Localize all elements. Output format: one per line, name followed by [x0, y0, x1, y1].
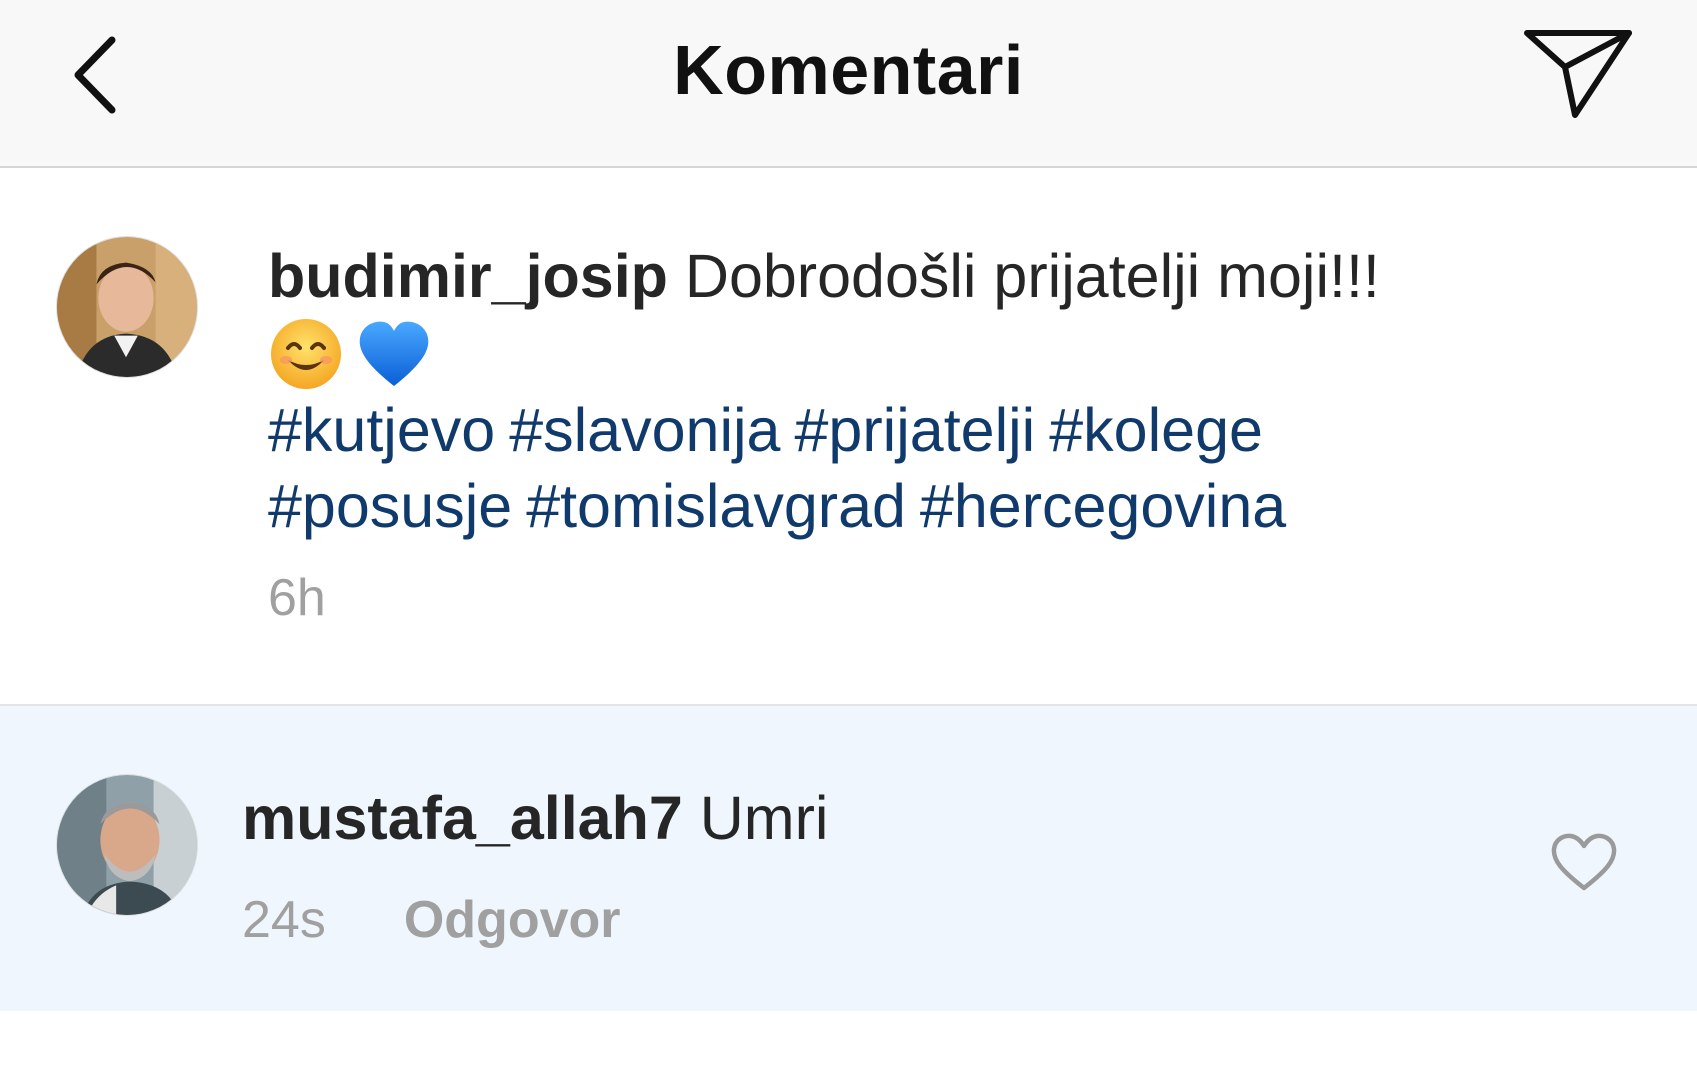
emoji-row — [268, 316, 1598, 392]
paper-plane-icon — [1524, 30, 1632, 118]
caption-text: budimir_josip Dobrodošli prijatelji moji… — [268, 238, 1598, 544]
comment-meta: 24s Odgovor — [242, 888, 621, 952]
caption-message: Dobrodošli prijatelji moji!!! — [684, 242, 1380, 310]
reply-button[interactable]: Odgovor — [404, 888, 621, 952]
comment-message: Umri — [699, 784, 829, 852]
hashtag-link[interactable]: #prijatelji — [795, 396, 1036, 464]
hashtag-link[interactable]: #slavonija — [509, 396, 780, 464]
post-caption: budimir_josip Dobrodošli prijatelji moji… — [0, 168, 1697, 706]
heart-outline-icon — [1551, 833, 1617, 891]
caption-timestamp: 6h — [268, 569, 326, 627]
hashtag-link[interactable]: #posusje — [268, 472, 512, 540]
smiling-face-icon — [268, 316, 344, 392]
hashtag-list: #kutjevo #slavonija #prijatelji #kolege #po… — [268, 392, 1598, 544]
comment-text: mustafa_allah7 Umri — [242, 780, 828, 856]
comment-timestamp: 24s — [242, 891, 326, 949]
comment-row: mustafa_allah7 Umri 24s Odgovor — [0, 706, 1697, 1011]
comments-screen: Komentari budimir_josip Dobrodošli prija… — [0, 0, 1697, 1080]
hashtag-link[interactable]: #hercegovina — [920, 472, 1286, 540]
avatar[interactable] — [56, 236, 198, 378]
profile-photo-icon — [57, 775, 197, 915]
profile-photo-icon — [57, 237, 197, 377]
avatar[interactable] — [56, 774, 198, 916]
like-button[interactable] — [1549, 830, 1619, 894]
comment-username[interactable]: mustafa_allah7 — [242, 784, 683, 852]
hashtag-link[interactable]: #kolege — [1049, 396, 1263, 464]
caption-username[interactable]: budimir_josip — [268, 242, 668, 310]
header-bar: Komentari — [0, 0, 1697, 168]
page-title: Komentari — [673, 31, 1024, 109]
hashtag-link[interactable]: #kutjevo — [268, 396, 495, 464]
blue-heart-icon — [356, 316, 432, 392]
hashtag-link[interactable]: #tomislavgrad — [526, 472, 906, 540]
share-button[interactable] — [1519, 18, 1639, 128]
bottom-blank-area — [0, 1011, 1697, 1080]
